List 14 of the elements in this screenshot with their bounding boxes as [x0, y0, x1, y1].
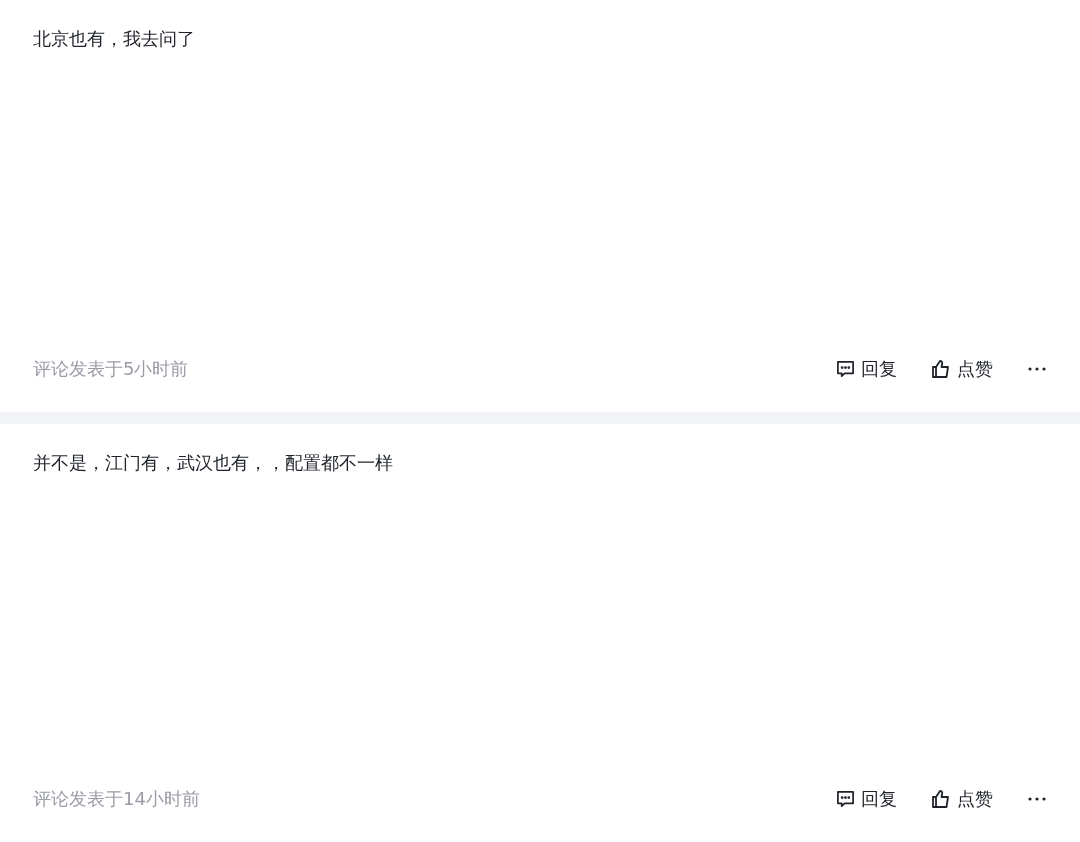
comment-text: 并不是，江门有，武汉也有，，配置都不一样: [33, 451, 394, 475]
like-button[interactable]: 点赞: [931, 787, 993, 811]
thumbs-up-icon: [931, 789, 951, 809]
comment-time: 评论发表于14小时前: [33, 787, 201, 811]
more-icon[interactable]: [1027, 366, 1047, 372]
reply-button[interactable]: 回复: [836, 357, 897, 381]
like-button[interactable]: 点赞: [931, 357, 993, 381]
comment-text: 北京也有，我去问了: [33, 27, 196, 51]
more-icon[interactable]: [1027, 796, 1047, 802]
comment-icon: [836, 359, 855, 379]
reply-button[interactable]: 回复: [836, 787, 897, 811]
comment-icon: [836, 789, 855, 809]
comment-time: 评论发表于5小时前: [33, 357, 190, 381]
thumbs-up-icon: [931, 359, 951, 379]
